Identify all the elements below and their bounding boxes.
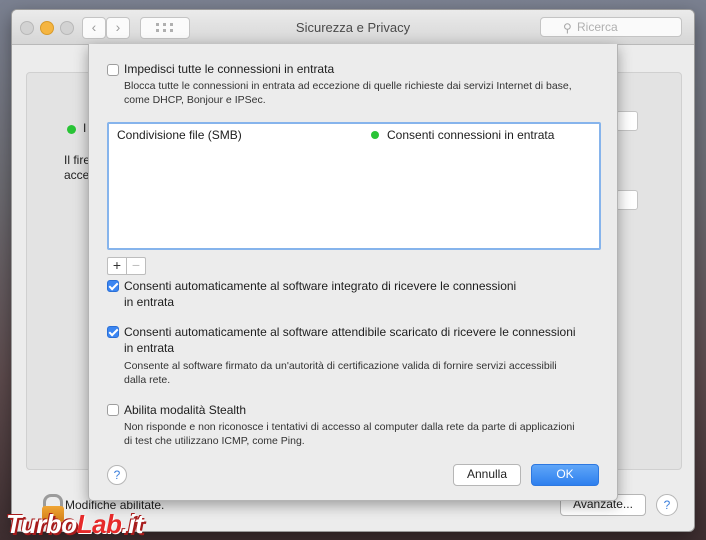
- app-connection-state[interactable]: Consenti connessioni in entrata: [387, 128, 554, 142]
- search-field[interactable]: ⚲ Ricerca: [540, 17, 682, 37]
- block-all-checkbox[interactable]: [107, 64, 119, 76]
- auto-allow-builtin-checkbox[interactable]: [107, 280, 119, 292]
- preferences-window: ‹ › Sicurezza e Privacy ⚲ Ricerca I Il f…: [12, 10, 694, 531]
- search-icon: ⚲: [563, 21, 572, 35]
- ok-button[interactable]: OK: [531, 464, 599, 486]
- stealth-mode-label: Abilita modalità Stealth: [124, 403, 247, 417]
- add-app-button[interactable]: +: [107, 257, 127, 275]
- auto-allow-builtin-label: Consenti automaticamente al software int…: [124, 279, 517, 293]
- firewall-description-line2: acce: [64, 168, 90, 182]
- app-list[interactable]: Condivisione file (SMB) Consenti conness…: [107, 122, 601, 250]
- firewall-status-label: I: [83, 121, 87, 135]
- search-placeholder: Ricerca: [577, 20, 618, 34]
- auto-allow-signed-label: Consenti automaticamente al software att…: [124, 325, 576, 339]
- help-button[interactable]: ?: [656, 494, 678, 516]
- auto-allow-signed-description: Consente al software firmato da un'autor…: [124, 360, 557, 372]
- firewall-options-button[interactable]: [616, 190, 638, 210]
- firewall-toggle-button[interactable]: [616, 111, 638, 131]
- app-name: Condivisione file (SMB): [117, 128, 242, 142]
- watermark-part-1: Turbo: [6, 509, 77, 539]
- auto-allow-signed-description-line2: dalla rete.: [124, 374, 171, 386]
- auto-allow-signed-checkbox[interactable]: [107, 326, 119, 338]
- remove-app-button[interactable]: −: [126, 257, 146, 275]
- block-all-description-line2: come DHCP, Bonjour e IPSec.: [124, 94, 266, 106]
- watermark-logo: TurboLab.it: [6, 509, 144, 540]
- watermark-part-2: Lab: [76, 509, 122, 539]
- stealth-mode-description-line2: di test che utilizzano ICMP, come Ping.: [124, 435, 305, 447]
- allowed-status-dot: [371, 131, 379, 139]
- stealth-mode-checkbox[interactable]: [107, 404, 119, 416]
- watermark-part-3: .it: [121, 509, 144, 539]
- firewall-options-sheet: Impedisci tutte le connessioni in entrat…: [88, 44, 618, 501]
- firewall-status-dot: [67, 125, 76, 134]
- firewall-description: Il fire: [64, 153, 91, 167]
- auto-allow-signed-label-line2: in entrata: [124, 341, 175, 355]
- block-all-label: Impedisci tutte le connessioni in entrat…: [124, 62, 335, 76]
- stealth-mode-description: Non risponde e non riconosce i tentativi…: [124, 421, 575, 433]
- block-all-description: Blocca tutte le connessioni in entrata a…: [124, 80, 572, 92]
- cancel-button[interactable]: Annulla: [453, 464, 521, 486]
- auto-allow-builtin-label-line2: in entrata: [124, 295, 175, 309]
- title-bar: ‹ › Sicurezza e Privacy ⚲ Ricerca: [12, 10, 694, 45]
- sheet-help-button[interactable]: ?: [107, 465, 127, 485]
